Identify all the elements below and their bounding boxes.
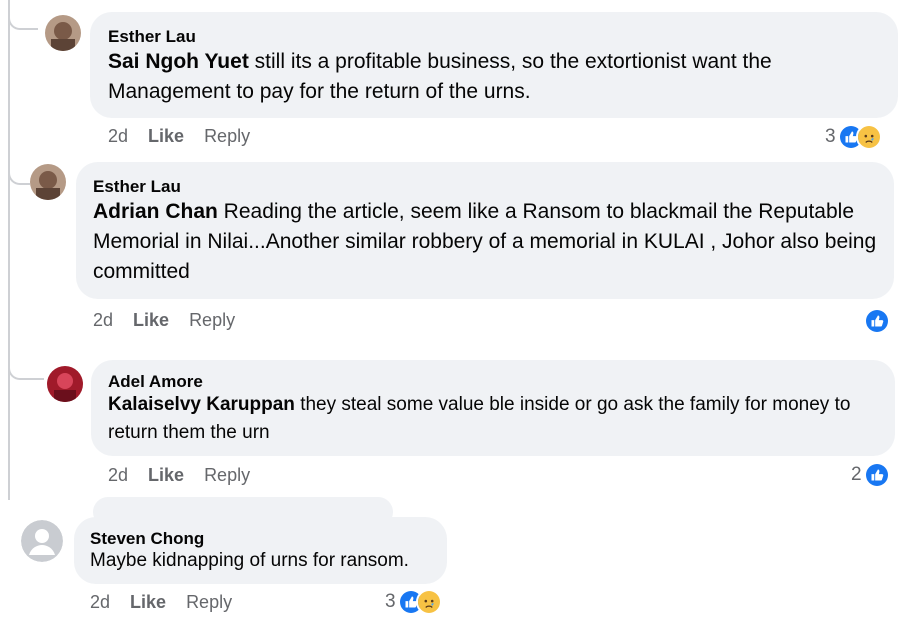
- timestamp[interactable]: 2d: [90, 592, 110, 612]
- comment-author[interactable]: Adel Amore: [108, 372, 203, 392]
- comment-body: Maybe kidnapping of urns for ransom.: [90, 550, 409, 571]
- reply-button[interactable]: Reply: [204, 126, 250, 146]
- reactions[interactable]: 2: [851, 460, 890, 490]
- reply-button[interactable]: Reply: [186, 592, 232, 612]
- comment-author[interactable]: Steven Chong: [90, 529, 204, 549]
- comment-text: Adrian Chan Reading the article, seem li…: [93, 197, 883, 287]
- sad-icon: [415, 589, 442, 615]
- reactions[interactable]: 3: [385, 587, 442, 617]
- sad-icon: [855, 124, 882, 150]
- reply-button[interactable]: Reply: [189, 310, 235, 330]
- thread-connector: [8, 350, 44, 380]
- timestamp[interactable]: 2d: [108, 126, 128, 146]
- comment-actions: 2d Like Reply: [93, 310, 255, 331]
- timestamp[interactable]: 2d: [93, 310, 113, 330]
- thread-connector: [8, 0, 38, 30]
- default-avatar-icon[interactable]: [21, 520, 63, 562]
- thread-connector: [8, 155, 30, 185]
- like-button[interactable]: Like: [133, 310, 169, 330]
- mention-link[interactable]: Adrian Chan: [93, 200, 218, 223]
- reaction-count: 3: [825, 126, 836, 147]
- comment-author[interactable]: Esther Lau: [93, 177, 181, 197]
- like-button[interactable]: Like: [130, 592, 166, 612]
- comment-actions: 2d Like Reply: [90, 592, 252, 613]
- comment-actions: 2d Like Reply: [108, 126, 270, 147]
- timestamp[interactable]: 2d: [108, 465, 128, 485]
- reactions[interactable]: 3: [825, 122, 882, 152]
- mention-link[interactable]: Sai Ngoh Yuet: [108, 50, 249, 73]
- like-icon: [864, 308, 890, 334]
- like-icon: [863, 462, 890, 488]
- comment-text: Maybe kidnapping of urns for ransom.: [90, 547, 440, 575]
- reaction-count: 3: [385, 591, 396, 612]
- comment-author[interactable]: Esther Lau: [108, 27, 196, 47]
- comment-actions: 2d Like Reply: [108, 465, 270, 486]
- reply-button[interactable]: Reply: [204, 465, 250, 485]
- like-button[interactable]: Like: [148, 126, 184, 146]
- mention-link[interactable]: Kalaiselvy Karuppan: [108, 394, 295, 415]
- comment-text: Sai Ngoh Yuet still its a profitable bus…: [108, 47, 868, 107]
- reaction-count: 2: [851, 464, 862, 485]
- thread-line: [8, 0, 10, 500]
- like-button[interactable]: Like: [148, 465, 184, 485]
- avatar[interactable]: [30, 164, 66, 200]
- avatar[interactable]: [47, 366, 83, 402]
- comment-text: Kalaiselvy Karuppan they steal some valu…: [108, 391, 878, 447]
- reactions[interactable]: [862, 306, 890, 336]
- avatar[interactable]: [45, 15, 81, 51]
